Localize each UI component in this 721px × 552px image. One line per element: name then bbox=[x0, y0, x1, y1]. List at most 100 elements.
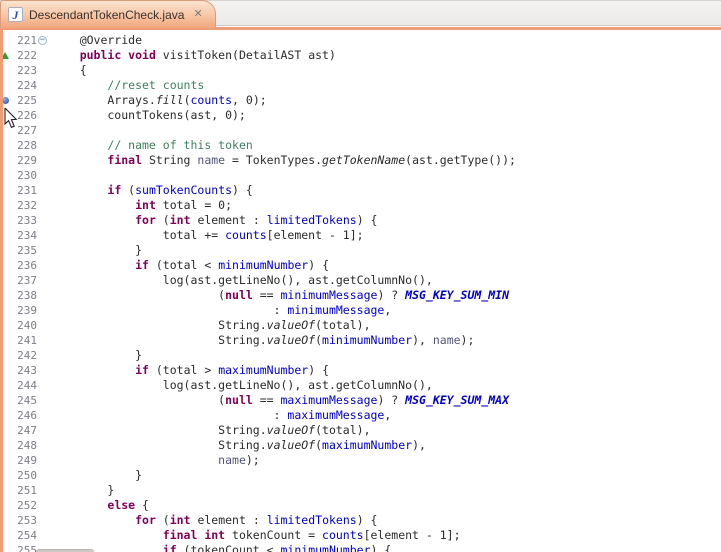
code-line-235[interactable]: 235 } bbox=[0, 243, 721, 258]
code-text[interactable]: final String name = TokenTypes.getTokenN… bbox=[49, 153, 516, 168]
code-text[interactable]: if (total > maximumNumber) { bbox=[49, 363, 329, 378]
code-line-236[interactable]: 236 if (total < minimumNumber) { bbox=[0, 258, 721, 273]
code-text[interactable]: for (int element : limitedTokens) { bbox=[49, 513, 377, 528]
code-text[interactable]: else { bbox=[49, 498, 149, 513]
code-text[interactable]: //reset counts bbox=[49, 78, 204, 93]
fold-collapse-icon[interactable]: − bbox=[38, 36, 47, 45]
code-line-248[interactable]: 248 String.valueOf(maximumNumber), bbox=[0, 438, 721, 453]
folding-ruler-cell[interactable] bbox=[37, 48, 49, 63]
folding-ruler-cell[interactable] bbox=[37, 138, 49, 153]
code-text[interactable]: String.valueOf(total), bbox=[49, 318, 371, 333]
code-text[interactable]: : minimumMessage, bbox=[49, 303, 391, 318]
folding-ruler-cell[interactable] bbox=[37, 423, 49, 438]
code-line-253[interactable]: 253 for (int element : limitedTokens) { bbox=[0, 513, 721, 528]
code-line-239[interactable]: 239 : minimumMessage, bbox=[0, 303, 721, 318]
code-line-247[interactable]: 247 String.valueOf(total), bbox=[0, 423, 721, 438]
code-text[interactable]: : maximumMessage, bbox=[49, 408, 391, 423]
code-line-255[interactable]: 255 if (tokenCount < minimumNumber) { bbox=[0, 543, 721, 552]
folding-ruler-cell[interactable] bbox=[37, 498, 49, 513]
code-text[interactable]: if (tokenCount < minimumNumber) { bbox=[49, 543, 391, 552]
code-line-249[interactable]: 249 name); bbox=[0, 453, 721, 468]
folding-ruler-cell[interactable] bbox=[37, 213, 49, 228]
code-text[interactable]: log(ast.getLineNo(), ast.getColumnNo(), bbox=[49, 378, 433, 393]
code-text[interactable]: public void visitToken(DetailAST ast) bbox=[49, 48, 336, 63]
code-text[interactable]: String.valueOf(minimumNumber), name); bbox=[49, 333, 474, 348]
code-line-231[interactable]: 231 if (sumTokenCounts) { bbox=[0, 183, 721, 198]
code-editor-area[interactable]: 220221− @Override222 public void visitTo… bbox=[0, 30, 721, 552]
code-line-243[interactable]: 243 if (total > maximumNumber) { bbox=[0, 363, 721, 378]
folding-ruler-cell[interactable]: − bbox=[37, 33, 49, 48]
code-text[interactable]: } bbox=[49, 468, 142, 483]
code-line-246[interactable]: 246 : maximumMessage, bbox=[0, 408, 721, 423]
folding-ruler-cell[interactable] bbox=[37, 258, 49, 273]
folding-ruler-cell[interactable] bbox=[37, 168, 49, 183]
folding-ruler-cell[interactable] bbox=[37, 318, 49, 333]
code-line-222[interactable]: 222 public void visitToken(DetailAST ast… bbox=[0, 48, 721, 63]
code-line-226[interactable]: 226 countTokens(ast, 0); bbox=[0, 108, 721, 123]
code-line-251[interactable]: 251 } bbox=[0, 483, 721, 498]
folding-ruler-cell[interactable] bbox=[37, 453, 49, 468]
code-text[interactable]: countTokens(ast, 0); bbox=[49, 108, 246, 123]
code-line-242[interactable]: 242 } bbox=[0, 348, 721, 363]
code-line-238[interactable]: 238 (null == minimumMessage) ? MSG_KEY_S… bbox=[0, 288, 721, 303]
code-line-229[interactable]: 229 final String name = TokenTypes.getTo… bbox=[0, 153, 721, 168]
code-text[interactable]: name); bbox=[49, 453, 260, 468]
folding-ruler-cell[interactable] bbox=[37, 93, 49, 108]
folding-ruler-cell[interactable] bbox=[37, 303, 49, 318]
folding-ruler-cell[interactable] bbox=[37, 438, 49, 453]
folding-ruler-cell[interactable] bbox=[37, 528, 49, 543]
code-text[interactable]: final int tokenCount = counts[element - … bbox=[49, 528, 461, 543]
folding-ruler-cell[interactable] bbox=[37, 243, 49, 258]
code-line-241[interactable]: 241 String.valueOf(minimumNumber), name)… bbox=[0, 333, 721, 348]
tab-close-icon[interactable]: ✕ bbox=[193, 9, 202, 20]
folding-ruler-cell[interactable] bbox=[37, 273, 49, 288]
folding-ruler-cell[interactable] bbox=[37, 108, 49, 123]
code-line-224[interactable]: 224 //reset counts bbox=[0, 78, 721, 93]
code-line-233[interactable]: 233 for (int element : limitedTokens) { bbox=[0, 213, 721, 228]
code-text[interactable]: } bbox=[49, 348, 142, 363]
code-line-254[interactable]: 254 final int tokenCount = counts[elemen… bbox=[0, 528, 721, 543]
code-line-227[interactable]: 227 bbox=[0, 123, 721, 138]
tab-descendanttokencheck-java[interactable]: J DescendantTokenCheck.java ✕ bbox=[0, 0, 216, 28]
code-text[interactable]: String.valueOf(maximumNumber), bbox=[49, 438, 426, 453]
code-text[interactable]: total += counts[element - 1]; bbox=[49, 228, 364, 243]
folding-ruler-cell[interactable] bbox=[37, 333, 49, 348]
folding-ruler-cell[interactable] bbox=[37, 123, 49, 138]
code-line-252[interactable]: 252 else { bbox=[0, 498, 721, 513]
code-line-232[interactable]: 232 int total = 0; bbox=[0, 198, 721, 213]
folding-ruler-cell[interactable] bbox=[37, 153, 49, 168]
folding-ruler-cell[interactable] bbox=[37, 483, 49, 498]
code-text[interactable]: @Override bbox=[49, 33, 142, 48]
code-text[interactable]: { bbox=[49, 63, 87, 78]
code-text[interactable]: Arrays.fill(counts, 0); bbox=[49, 93, 267, 108]
folding-ruler-cell[interactable] bbox=[37, 393, 49, 408]
folding-ruler-cell[interactable] bbox=[37, 78, 49, 93]
folding-ruler-cell[interactable] bbox=[37, 408, 49, 423]
code-line-240[interactable]: 240 String.valueOf(total), bbox=[0, 318, 721, 333]
code-text[interactable]: (null == maximumMessage) ? MSG_KEY_SUM_M… bbox=[49, 393, 509, 408]
code-text[interactable]: (null == minimumMessage) ? MSG_KEY_SUM_M… bbox=[49, 288, 509, 303]
code-text[interactable]: if (sumTokenCounts) { bbox=[49, 183, 253, 198]
folding-ruler-cell[interactable] bbox=[37, 228, 49, 243]
code-text[interactable]: log(ast.getLineNo(), ast.getColumnNo(), bbox=[49, 273, 433, 288]
code-text[interactable]: // name of this token bbox=[49, 138, 253, 153]
breakpoint-dot-icon[interactable] bbox=[2, 97, 9, 104]
code-line-250[interactable]: 250 } bbox=[0, 468, 721, 483]
code-line-223[interactable]: 223 { bbox=[0, 63, 721, 78]
code-text[interactable]: int total = 0; bbox=[49, 198, 232, 213]
code-text[interactable]: } bbox=[49, 483, 114, 498]
folding-ruler-cell[interactable] bbox=[37, 378, 49, 393]
code-line-237[interactable]: 237 log(ast.getLineNo(), ast.getColumnNo… bbox=[0, 273, 721, 288]
folding-ruler-cell[interactable] bbox=[37, 183, 49, 198]
code-text[interactable]: if (total < minimumNumber) { bbox=[49, 258, 329, 273]
folding-ruler-cell[interactable] bbox=[37, 363, 49, 378]
code-text[interactable]: for (int element : limitedTokens) { bbox=[49, 213, 377, 228]
folding-ruler-cell[interactable] bbox=[37, 513, 49, 528]
folding-ruler-cell[interactable] bbox=[37, 468, 49, 483]
code-text[interactable]: String.valueOf(total), bbox=[49, 423, 371, 438]
code-line-245[interactable]: 245 (null == maximumMessage) ? MSG_KEY_S… bbox=[0, 393, 721, 408]
code-line-221[interactable]: 221− @Override bbox=[0, 33, 721, 48]
code-text[interactable]: } bbox=[49, 243, 142, 258]
code-line-225[interactable]: 225 Arrays.fill(counts, 0); bbox=[0, 93, 721, 108]
code-line-228[interactable]: 228 // name of this token bbox=[0, 138, 721, 153]
